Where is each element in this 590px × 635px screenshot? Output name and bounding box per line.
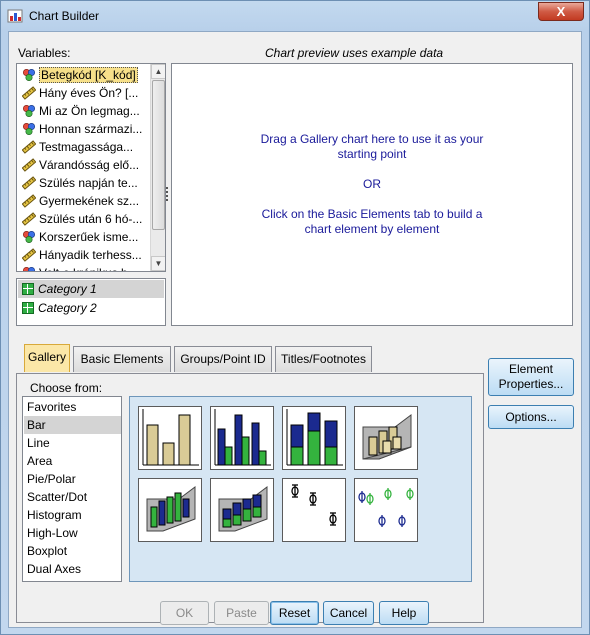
variable-item[interactable]: Mi az Ön legmag... [19,102,149,120]
chart-type-list[interactable]: Favorites Bar Line Area Pie/Polar Scatter/Dot… [22,396,122,582]
scroll-up-icon[interactable]: ▲ [151,64,165,79]
variable-item[interactable]: Szülés után 6 hó-... [19,210,149,228]
chart-type-item[interactable]: Area [24,452,121,470]
chart-type-item[interactable]: Histogram [24,506,121,524]
variable-label: Gyermekének sz... [39,194,140,208]
chart-type-item[interactable]: Scatter/Dot [24,488,121,506]
variable-item[interactable]: Hányadik terhess... [19,246,149,264]
scroll-down-icon[interactable]: ▼ [151,256,165,271]
simple-3d-bar-icon[interactable] [354,406,418,470]
nominal-icon [22,122,36,136]
options-button[interactable]: Options... [488,405,574,429]
ok-button[interactable]: OK [160,601,209,625]
nominal-icon [22,104,36,118]
category-grid-icon [22,283,34,295]
variable-item[interactable]: Szülés napján te... [19,174,149,192]
chart-preview-canvas[interactable]: Drag a Gallery chart here to use it as y… [171,63,573,326]
cancel-button[interactable]: Cancel [323,601,374,625]
variables-scrollbar[interactable]: ▲ ▼ [150,64,165,271]
scale-icon [21,248,37,262]
category-grid-icon [22,302,34,314]
variable-label: Szülés napján te... [39,176,138,190]
category-item[interactable]: Category 2 [18,299,164,317]
variable-label: Betegkód [K_kód] [39,67,138,83]
preview-instruction-line3: Click on the Basic Elements tab to build… [261,207,483,221]
scale-icon [21,158,37,172]
chart-type-item[interactable]: Line [24,434,121,452]
scale-icon [21,212,37,226]
category-label: Category 2 [38,301,97,315]
nominal-icon [22,230,36,244]
choose-from-label: Choose from: [30,381,103,395]
variable-item[interactable]: Volt-e krónikus b... [19,264,149,271]
variable-label: Szülés után 6 hó-... [39,212,143,226]
simple-error-bar-icon[interactable] [282,478,346,542]
dialog-client-area: Variables: Chart preview uses example da… [8,31,582,628]
preview-instruction-line1: Drag a Gallery chart here to use it as y… [260,132,484,146]
simple-bar-icon[interactable] [138,406,202,470]
variable-item[interactable]: Gyermekének sz... [19,192,149,210]
variable-item[interactable]: Betegkód [K_kód] [19,66,149,84]
chart-type-item[interactable]: High-Low [24,524,121,542]
variable-label: Hány éves Ön? [... [39,86,139,100]
category-label: Category 1 [38,282,97,296]
variable-label: Volt-e krónikus b... [39,266,138,271]
variable-label: Testmagassága... [39,140,134,154]
chart-type-item[interactable]: Dual Axes [24,560,121,578]
scroll-thumb[interactable] [152,80,165,230]
tab-gallery[interactable]: Gallery [24,344,70,372]
stacked-3d-bar-icon[interactable] [210,478,274,542]
help-button[interactable]: Help [379,601,429,625]
stacked-bar-icon[interactable] [282,406,346,470]
chart-type-item[interactable]: Pie/Polar [24,470,121,488]
variable-label: Honnan származi... [39,122,143,136]
tab-basic-elements[interactable]: Basic Elements [73,346,171,372]
tab-groups-point-id[interactable]: Groups/Point ID [174,346,272,372]
variable-item[interactable]: Honnan származi... [19,120,149,138]
categories-list[interactable]: Category 1 Category 2 [16,278,166,326]
preview-instruction-line4: chart element by element [304,222,440,236]
chart-builder-window: Chart Builder X Variables: Chart preview… [0,0,590,635]
chart-type-item[interactable]: Boxplot [24,542,121,560]
variable-item[interactable]: Hány éves Ön? [... [19,84,149,102]
preview-or: OR [363,177,381,191]
chart-type-item[interactable]: Favorites [24,398,121,416]
variable-item[interactable]: Testmagassága... [19,138,149,156]
clustered-bar-icon[interactable] [210,406,274,470]
variables-label: Variables: [18,46,71,60]
spss-app-icon [7,9,23,23]
nominal-icon [22,68,36,82]
variable-label: Várandósság elő... [39,158,140,172]
scale-icon [21,86,37,100]
variable-item[interactable]: Korszerűek isme... [19,228,149,246]
preview-header: Chart preview uses example data [265,46,444,60]
reset-button[interactable]: Reset [270,601,319,625]
preview-instruction-line2: starting point [337,147,407,161]
clustered-3d-bar-icon[interactable] [138,478,202,542]
element-properties-button[interactable]: Element Properties... [488,358,574,396]
nominal-icon [22,266,36,271]
variable-label: Hányadik terhess... [39,248,142,262]
window-title: Chart Builder [29,9,100,23]
scale-icon [21,140,37,154]
scale-icon [21,194,37,208]
variables-list[interactable]: Volt-e krónikus b... Hányadik terhess... K… [16,63,166,272]
scale-icon [21,176,37,190]
variable-item[interactable]: Várandósság elő... [19,156,149,174]
variable-label: Korszerűek isme... [39,230,139,244]
chart-type-item[interactable]: Bar [24,416,121,434]
variable-label: Mi az Ön legmag... [39,104,140,118]
title-bar[interactable]: Chart Builder X [1,1,589,31]
splitter-handle[interactable] [166,187,170,201]
close-button[interactable]: X [538,2,584,21]
category-item[interactable]: Category 1 [18,280,164,298]
chart-gallery[interactable] [129,396,472,582]
paste-button[interactable]: Paste [214,601,269,625]
clustered-error-bar-icon[interactable] [354,478,418,542]
tab-titles-footnotes[interactable]: Titles/Footnotes [275,346,372,372]
